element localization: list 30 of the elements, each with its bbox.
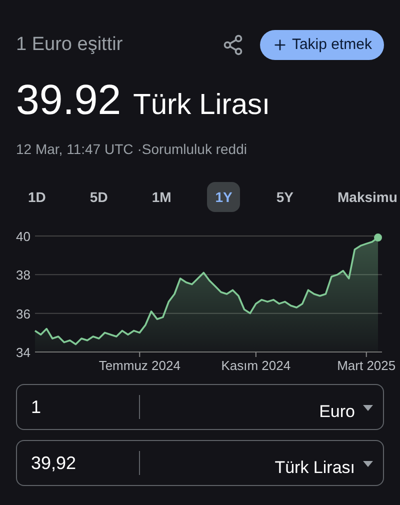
- range-tab[interactable]: 5D: [82, 182, 116, 212]
- range-tab[interactable]: 1M: [144, 182, 180, 212]
- range-tab[interactable]: 5Y: [268, 182, 302, 212]
- caret-icon: [363, 460, 373, 467]
- plus-icon: [272, 37, 288, 53]
- axis-label: Temmuz 2024: [98, 358, 180, 373]
- amount-value[interactable]: 1: [17, 394, 139, 420]
- currency-select[interactable]: Euro: [319, 399, 355, 425]
- rate-currency: Türk Lirası: [133, 88, 270, 123]
- rate-value: 39.92: [16, 75, 122, 125]
- follow-button[interactable]: Takip etmek: [260, 30, 384, 60]
- axis-label: 38: [16, 268, 30, 283]
- converter-field[interactable]: 1 Euro: [16, 384, 384, 430]
- axis-label: 40: [16, 229, 30, 244]
- axis-label: Kasım 2024: [221, 358, 291, 373]
- share-icon[interactable]: [222, 34, 244, 56]
- currency-select[interactable]: Türk Lirası: [274, 455, 355, 481]
- range-tab[interactable]: 1D: [20, 182, 54, 212]
- axis-label: 34: [16, 345, 30, 360]
- chart-point: [374, 234, 382, 242]
- amount-value[interactable]: 39,92: [17, 450, 139, 476]
- subtitle: 1 Euro eşittir: [16, 32, 123, 57]
- axis-label: 36: [16, 306, 30, 322]
- range-tab[interactable]: 1Y: [207, 182, 240, 212]
- converter-field[interactable]: 39,92 Türk Lirası: [16, 440, 384, 486]
- caret-icon: [363, 404, 373, 411]
- disclaimer-link[interactable]: ·Sorumluluk reddi: [137, 139, 247, 160]
- range-tab[interactable]: Maksimu: [330, 182, 400, 212]
- axis-label: Mart 2025: [337, 358, 396, 373]
- timestamp: 12 Mar, 11:47 UTC: [16, 140, 134, 159]
